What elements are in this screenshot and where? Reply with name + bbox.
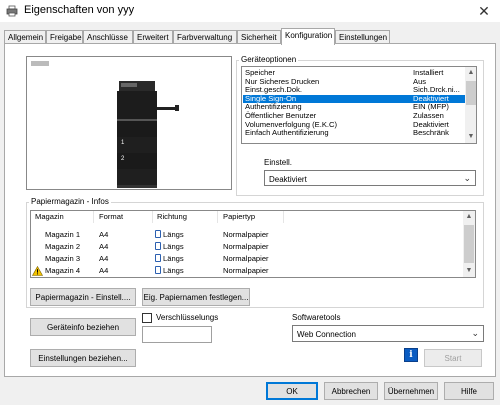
close-icon[interactable]: ✕ — [474, 2, 494, 20]
printer-preview: 1 2 — [26, 56, 232, 190]
warning-icon — [32, 266, 43, 276]
encryption-checkbox[interactable] — [142, 313, 152, 323]
tab-konfiguration[interactable]: Konfiguration — [281, 28, 335, 45]
tab-freigabe[interactable]: Freigabe — [46, 30, 83, 44]
column-header-magazin[interactable]: Magazin — [35, 211, 64, 223]
portrait-document-icon — [155, 254, 161, 262]
setting-label: Einstell. — [264, 158, 293, 167]
setting-dropdown-value: Deaktiviert — [269, 175, 307, 184]
tab-sicherheit[interactable]: Sicherheit — [237, 30, 281, 44]
tray-direction: Längs — [155, 229, 184, 241]
paper-tray-scrollbar[interactable]: ▲ ▼ — [463, 211, 475, 277]
scroll-thumb[interactable] — [466, 81, 476, 105]
encryption-input[interactable] — [142, 326, 212, 343]
chevron-down-icon: ⌄ — [463, 173, 471, 183]
software-tools-value: Web Connection — [297, 330, 356, 339]
scroll-down-icon[interactable]: ▼ — [463, 265, 475, 277]
tray-direction: Längs — [155, 253, 184, 265]
window-title: Eigenschaften von yyy — [24, 4, 135, 16]
setting-dropdown[interactable]: Deaktiviert ⌄ — [264, 170, 476, 186]
scroll-up-icon[interactable]: ▲ — [463, 211, 475, 223]
tray-name: Magazin 3 — [45, 254, 81, 263]
tray-name: Magazin 2 — [45, 242, 81, 251]
column-header-richtung[interactable]: Richtung — [157, 211, 187, 223]
printer-icon — [6, 5, 18, 17]
tray-format: A4 — [99, 230, 109, 239]
scroll-down-icon[interactable]: ▼ — [465, 131, 476, 143]
table-row[interactable]: Magazin 1 A4 Längs Normalpapier — [31, 229, 461, 241]
title-bar: Eigenschaften von yyy ✕ — [0, 0, 500, 22]
tray-format: A4 — [99, 254, 109, 263]
tab-einstellungen[interactable]: Einstellungen — [335, 30, 390, 44]
help-button[interactable]: Hilfe — [444, 382, 494, 400]
tray-format: A4 — [99, 266, 109, 275]
get-device-info-button[interactable]: Geräteinfo beziehen — [30, 318, 136, 336]
encryption-label: Verschlüsselungs — [156, 313, 219, 322]
ok-button[interactable]: OK — [266, 382, 318, 400]
info-icon[interactable]: i — [404, 348, 418, 362]
scroll-thumb[interactable] — [464, 225, 474, 263]
apply-button[interactable]: Übernehmen — [384, 382, 438, 400]
tray-paper-type: Normalpapier — [223, 230, 269, 239]
portrait-document-icon — [155, 242, 161, 250]
column-header-papiertyp[interactable]: Papiertyp — [223, 211, 255, 223]
device-options-scrollbar[interactable]: ▲ ▼ — [465, 67, 476, 143]
column-separator — [283, 211, 284, 223]
paper-tray-table-header: Magazin Format Richtung Papiertyp — [31, 211, 463, 223]
table-row[interactable]: Magazin 4 A4 Längs Normalpapier — [31, 265, 461, 277]
cancel-button[interactable]: Abbrechen — [324, 382, 378, 400]
tray-paper-type: Normalpapier — [223, 254, 269, 263]
software-tools-dropdown[interactable]: Web Connection ⌄ — [292, 325, 484, 342]
paper-tray-table[interactable]: Magazin Format Richtung Papiertyp Magazi… — [30, 210, 476, 278]
portrait-document-icon — [155, 230, 161, 238]
column-separator — [217, 211, 218, 223]
software-tools-label: Softwaretools — [292, 313, 341, 322]
column-separator — [93, 211, 94, 223]
table-row[interactable]: Magazin 2 A4 Längs Normalpapier — [31, 241, 461, 253]
tab-allgemein[interactable]: Allgemein — [4, 30, 46, 44]
tray-direction: Längs — [155, 241, 184, 253]
paper-tray-info-label: Papiermagazin - Infos — [29, 197, 111, 206]
tray-format: A4 — [99, 242, 109, 251]
portrait-document-icon — [155, 266, 161, 274]
printer-image: 1 2 — [117, 81, 179, 188]
tray-paper-type: Normalpapier — [223, 242, 269, 251]
column-separator — [152, 211, 153, 223]
device-options-label: Geräteoptionen — [239, 55, 299, 64]
tab-erweitert[interactable]: Erweitert — [133, 30, 173, 44]
device-options-list[interactable]: Speicher Installiert Nur Sicheres Drucke… — [241, 66, 477, 144]
tab-farbverwaltung[interactable]: Farbverwaltung — [173, 30, 237, 44]
option-name: Einfach Authentifizierung — [245, 128, 329, 138]
start-button[interactable]: Start — [424, 349, 482, 367]
column-header-format[interactable]: Format — [99, 211, 123, 223]
preview-label-placeholder — [31, 61, 49, 66]
paper-names-button[interactable]: Eig. Papiernamen festlegen... — [142, 288, 250, 306]
option-value: Beschränk — [413, 128, 449, 138]
chevron-down-icon: ⌄ — [471, 328, 479, 338]
tray-paper-type: Normalpapier — [223, 266, 269, 275]
tray-name: Magazin 4 — [45, 266, 81, 275]
option-row-einfach-authentifizierung[interactable]: Einfach Authentifizierung Beschränk — [243, 129, 468, 138]
tray-name: Magazin 1 — [45, 230, 81, 239]
paper-tray-settings-button[interactable]: Papiermagazin - Einstell.... — [30, 288, 136, 306]
tray-direction: Längs — [155, 265, 184, 277]
get-settings-button[interactable]: Einstellungen beziehen... — [30, 349, 136, 367]
scroll-up-icon[interactable]: ▲ — [465, 67, 476, 79]
tab-anschluesse[interactable]: Anschlüsse — [83, 30, 133, 44]
table-row[interactable]: Magazin 3 A4 Längs Normalpapier — [31, 253, 461, 265]
